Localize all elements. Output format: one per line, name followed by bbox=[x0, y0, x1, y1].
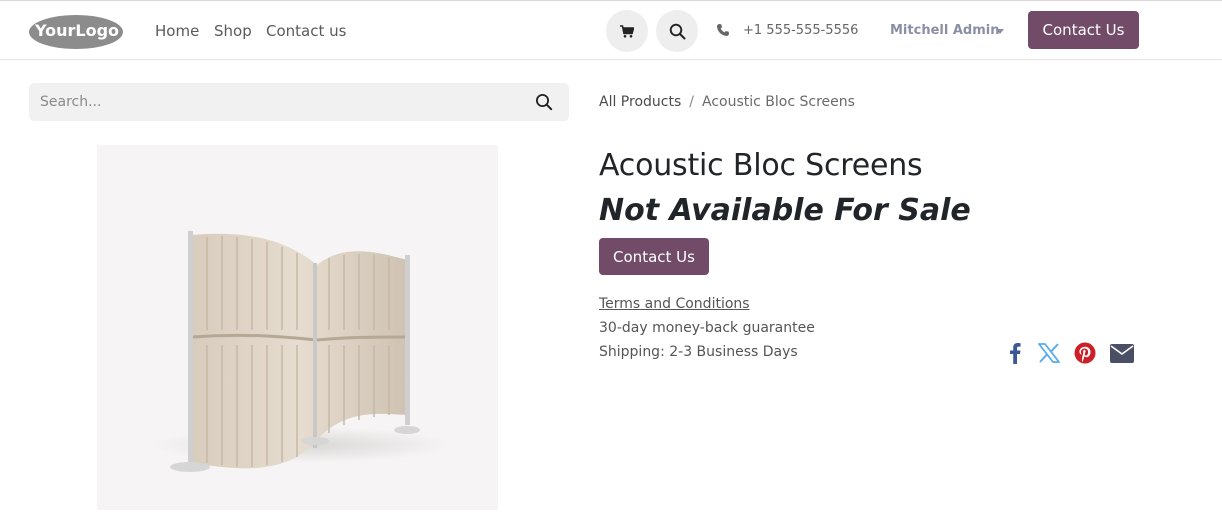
product-image bbox=[97, 145, 498, 510]
search-input[interactable]: Search... bbox=[40, 94, 101, 110]
share-facebook[interactable] bbox=[1002, 340, 1028, 366]
share-pinterest[interactable] bbox=[1072, 340, 1098, 366]
site-header: YourLogo Home Shop Contact us +1 555-555… bbox=[0, 1, 1222, 60]
search-icon[interactable] bbox=[535, 93, 553, 111]
nav-contact-us[interactable]: Contact us bbox=[266, 22, 346, 40]
share-email[interactable] bbox=[1109, 340, 1135, 366]
chevron-down-icon[interactable] bbox=[996, 29, 1004, 34]
cart-icon bbox=[620, 24, 634, 38]
email-icon bbox=[1110, 343, 1134, 363]
logo[interactable]: YourLogo bbox=[27, 11, 125, 51]
acoustic-screen-illustration bbox=[152, 231, 452, 472]
logo-text-main: YourLogo bbox=[34, 21, 119, 40]
pinterest-icon bbox=[1074, 342, 1096, 364]
x-icon bbox=[1038, 343, 1060, 363]
header-contact-us-button[interactable]: Contact Us bbox=[1028, 11, 1139, 49]
facebook-icon bbox=[1010, 343, 1021, 364]
availability-label: Not Available For Sale bbox=[599, 193, 971, 228]
product-contact-us-button[interactable]: Contact Us bbox=[599, 238, 709, 275]
breadcrumb-separator: / bbox=[689, 94, 694, 110]
phone-number[interactable]: +1 555-555-5556 bbox=[743, 23, 858, 38]
nav-shop[interactable]: Shop bbox=[214, 22, 252, 40]
phone-icon bbox=[717, 24, 729, 36]
header-search-button[interactable] bbox=[656, 10, 698, 52]
product-search[interactable]: Search... bbox=[29, 83, 569, 121]
share-x[interactable] bbox=[1036, 340, 1062, 366]
shipping-text: Shipping: 2-3 Business Days bbox=[599, 344, 798, 360]
breadcrumb-all-products[interactable]: All Products bbox=[599, 94, 681, 110]
user-menu[interactable]: Mitchell Admin bbox=[890, 23, 999, 38]
cart-button[interactable] bbox=[606, 10, 648, 52]
nav-home[interactable]: Home bbox=[155, 22, 199, 40]
product-title: Acoustic Bloc Screens bbox=[599, 148, 923, 183]
search-icon bbox=[669, 23, 685, 39]
terms-link[interactable]: Terms and Conditions bbox=[599, 296, 750, 312]
guarantee-text: 30-day money-back guarantee bbox=[599, 320, 815, 336]
breadcrumb: All Products / Acoustic Bloc Screens bbox=[599, 94, 855, 110]
breadcrumb-current: Acoustic Bloc Screens bbox=[701, 94, 855, 110]
